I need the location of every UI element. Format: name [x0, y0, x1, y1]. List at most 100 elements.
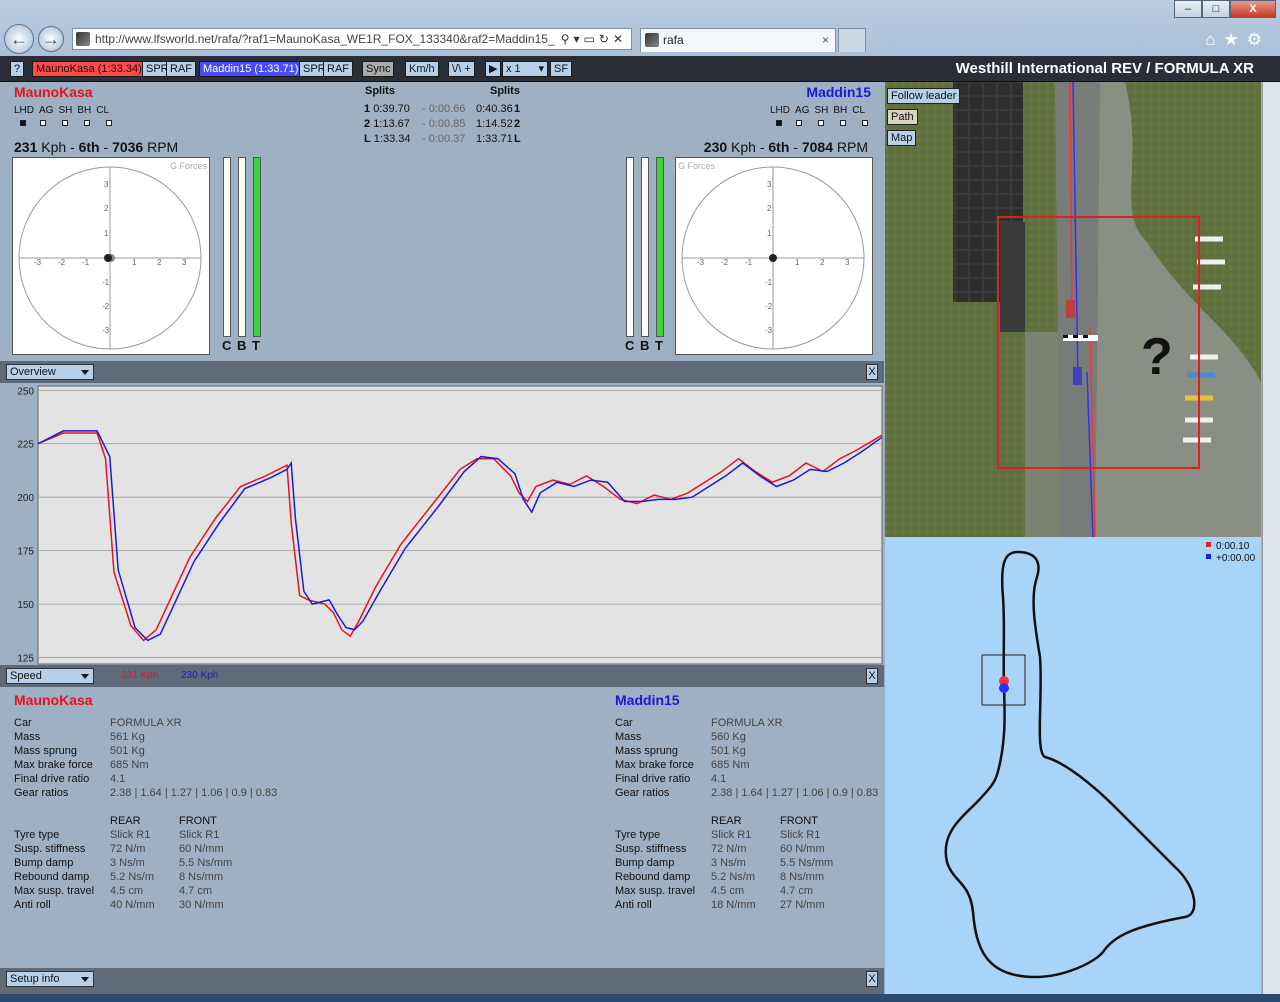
- setup-susp-row: Max susp. travel 4.5 cm 4.7 cm: [615, 885, 814, 897]
- setup-dropdown[interactable]: Setup info: [6, 971, 94, 987]
- split-row: 2 1:13.67- 0:00.85 1:14.52 2: [364, 118, 521, 130]
- forward-button[interactable]: →: [38, 26, 64, 52]
- browser-tab[interactable]: rafa ×: [640, 28, 836, 52]
- setup-row: Gear ratios 2.38 | 1.64 | 1.27 | 1.06 | 0…: [14, 787, 278, 799]
- player2-button[interactable]: Maddin15 (1:33.71): [199, 61, 303, 77]
- back-button[interactable]: ←: [4, 24, 34, 54]
- y-tick-label: 125: [17, 654, 34, 665]
- path-button[interactable]: Path: [887, 109, 918, 125]
- maximize-button[interactable]: □: [1202, 0, 1230, 18]
- track-map[interactable]: 0:00.10 +0:00.00: [885, 537, 1261, 994]
- page-scrollbar[interactable]: [1262, 82, 1280, 994]
- split-row: L 1:33.34- 0:00.37 1:33.71 L: [364, 133, 521, 145]
- play-icon[interactable]: ▶: [485, 61, 501, 77]
- splits-header-left: Splits: [365, 85, 395, 97]
- left-brake-label: B: [237, 338, 247, 353]
- setup-row: Max brake force 685 Nm: [615, 759, 750, 771]
- setup-row: Final drive ratio 4.1: [14, 773, 126, 785]
- sync-button[interactable]: Sync: [362, 61, 395, 77]
- svg-text:2: 2: [157, 258, 162, 267]
- track-camera-view[interactable]: ?: [885, 82, 1261, 537]
- gap-p2-swatch: [1206, 554, 1211, 559]
- speed-legend-p1: 231 Kph: [121, 670, 159, 681]
- right-indicators: LHD AG SH BH CL: [770, 105, 866, 116]
- y-tick-label: 250: [17, 386, 34, 397]
- speed-legend-p2: 230 Kph: [181, 670, 219, 681]
- follow-leader-button[interactable]: Follow leader: [887, 88, 961, 104]
- right-brake-bar: [641, 157, 649, 337]
- favorites-icon[interactable]: ★: [1224, 30, 1247, 49]
- svg-text:1: 1: [104, 229, 109, 238]
- svg-text:-3: -3: [34, 258, 42, 267]
- setup-close-button[interactable]: X: [866, 971, 878, 987]
- svg-text:-2: -2: [58, 258, 66, 267]
- setup-susp-row: Anti roll 18 N/mm 27 N/mm: [615, 899, 825, 911]
- site-icon: [76, 32, 90, 46]
- gforce-title-right: G Forces: [678, 161, 716, 171]
- gap-p2: +0:00.00: [1216, 553, 1256, 564]
- player1-button[interactable]: MaunoKasa (1:33.34): [32, 61, 146, 77]
- svg-text:-1: -1: [745, 258, 753, 267]
- url-text: http://www.lfsworld.net/rafa/?raf1=Mauno…: [95, 32, 555, 46]
- address-bar[interactable]: http://www.lfsworld.net/rafa/?raf1=Mauno…: [72, 28, 632, 50]
- left-clutch-bar: [223, 157, 231, 337]
- mode-button[interactable]: \/\ +: [448, 61, 475, 77]
- svg-text:1: 1: [132, 258, 137, 267]
- gforce-dot-p2: [769, 254, 777, 262]
- gap-p1: 0:00.10: [1216, 541, 1250, 552]
- overview-section-bar: [0, 361, 884, 383]
- window-controls: – □ X: [1174, 0, 1276, 18]
- y-tick-label: 225: [17, 440, 34, 451]
- setup-row: Mass 561 Kg: [14, 731, 145, 743]
- setup-susp-row: Rebound damp 5.2 Ns/m 8 Ns/mm: [14, 871, 223, 883]
- close-window-button[interactable]: X: [1230, 0, 1276, 18]
- overview-dropdown[interactable]: Overview: [6, 364, 94, 380]
- speed-close-button[interactable]: X: [866, 668, 878, 684]
- speed-chart: 250 225 200 175 150 125: [0, 384, 884, 666]
- player1-raf-button[interactable]: RAF: [166, 61, 196, 77]
- map-button[interactable]: Map: [887, 130, 917, 146]
- svg-text:2: 2: [820, 258, 825, 267]
- minimize-button[interactable]: –: [1174, 0, 1202, 18]
- units-button[interactable]: Km/h: [405, 61, 439, 77]
- right-clutch-label: C: [625, 338, 635, 353]
- left-throttle-label: T: [252, 338, 260, 353]
- setup-susp-row: Rebound damp 5.2 Ns/m 8 Ns/mm: [615, 871, 824, 883]
- split-row: 1 0:39.70- 0:00.66 0:40.36 1: [364, 103, 521, 115]
- map-car-p2: [999, 683, 1009, 693]
- help-button[interactable]: ?: [10, 61, 25, 77]
- new-tab-button[interactable]: [838, 28, 866, 52]
- left-gforce-plot: G Forces -3 -2 -1 1 2 3 3 2 1 -1 -2 -3: [12, 157, 210, 355]
- chart-plot-area: [37, 385, 883, 665]
- left-clutch-label: C: [222, 338, 232, 353]
- setup-row: Car FORMULA XR: [14, 717, 182, 729]
- svg-text:3: 3: [845, 258, 850, 267]
- setup-row: Final drive ratio 4.1: [615, 773, 727, 785]
- settings-icon[interactable]: ⚙: [1247, 30, 1270, 49]
- address-tools[interactable]: ⚲▾▭↻✕: [561, 29, 627, 49]
- setup-row: Mass sprung 501 Kg: [14, 745, 145, 757]
- svg-text:3: 3: [767, 180, 772, 189]
- svg-text:1: 1: [767, 229, 772, 238]
- setup-section-bar: [0, 968, 884, 994]
- setup-left-name: MaunoKasa: [14, 692, 93, 708]
- playback-speed-select[interactable]: x 1 ▾: [502, 61, 548, 77]
- tab-title: rafa: [663, 33, 684, 47]
- setup-susp-row: Bump damp 3 Ns/m 5.5 Ns/mm: [14, 857, 233, 869]
- setup-row: Mass sprung 501 Kg: [615, 745, 746, 757]
- sf-button[interactable]: SF: [550, 61, 573, 77]
- browser-icons[interactable]: ⌂★⚙: [1205, 30, 1270, 50]
- tab-close-icon[interactable]: ×: [822, 29, 829, 51]
- left-brake-bar: [238, 157, 246, 337]
- left-indicators: LHD AG SH BH CL: [14, 105, 110, 116]
- setup-row: Max brake force 685 Nm: [14, 759, 149, 771]
- right-throttle-bar: [656, 157, 664, 337]
- car-p2: [1073, 367, 1082, 385]
- speed-dropdown[interactable]: Speed: [6, 668, 94, 684]
- svg-text:-2: -2: [765, 302, 773, 311]
- track-outline: [944, 550, 1196, 979]
- home-icon[interactable]: ⌂: [1205, 30, 1223, 49]
- player2-raf-button[interactable]: RAF: [323, 61, 353, 77]
- overview-close-button[interactable]: X: [866, 364, 878, 380]
- setup-susp-row: Tyre type Slick R1 Slick R1: [615, 829, 821, 841]
